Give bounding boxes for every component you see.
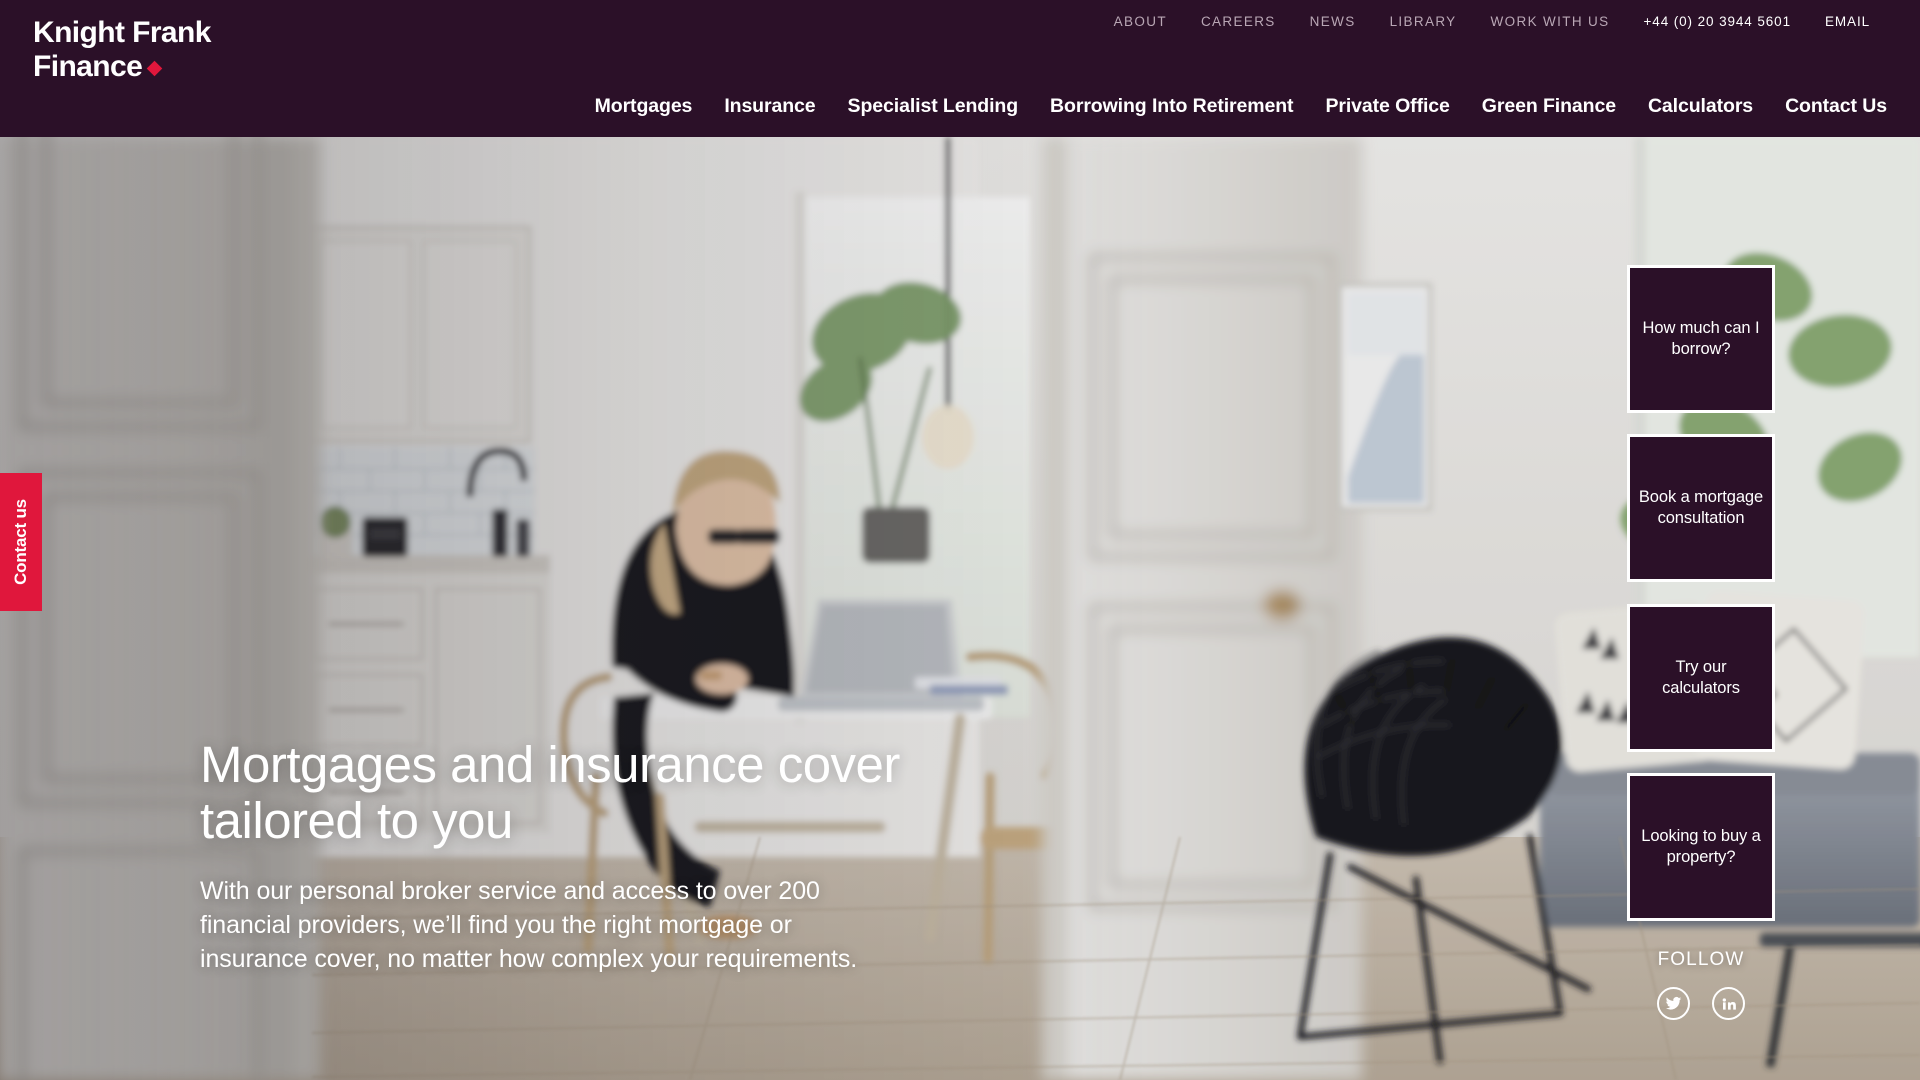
hero-copy: Mortgages and insurance cover tailored t… xyxy=(200,736,900,976)
utility-nav-item-work-with-us[interactable]: WORK WITH US xyxy=(1474,14,1627,29)
cta-card-label: Looking to buy a property? xyxy=(1641,826,1761,866)
phone-link[interactable]: +44 (0) 20 3944 5601 xyxy=(1627,14,1808,29)
nav-item-specialist-lending[interactable]: Specialist Lending xyxy=(832,95,1034,118)
cta-card-label: Book a mortgage consultation xyxy=(1638,487,1764,527)
cta-card-stack: How much can I borrow? Book a mortgage c… xyxy=(1627,265,1775,1020)
nav-item-insurance[interactable]: Insurance xyxy=(708,95,831,118)
site-header: Knight Frank Finance ABOUT CAREERS NEWS … xyxy=(0,0,1920,137)
cta-card-label: How much can I borrow? xyxy=(1642,318,1760,358)
nav-item-green-finance[interactable]: Green Finance xyxy=(1466,95,1632,118)
logo-line-1: Knight Frank xyxy=(33,16,211,49)
nav-item-private-office[interactable]: Private Office xyxy=(1309,95,1465,118)
utility-nav-item-about[interactable]: ABOUT xyxy=(1097,14,1184,29)
utility-nav-item-careers[interactable]: CAREERS xyxy=(1184,14,1293,29)
utility-nav-item-library[interactable]: LIBRARY xyxy=(1373,14,1474,29)
contact-us-side-tab[interactable]: Contact us xyxy=(0,473,42,611)
contact-us-side-tab-label: Contact us xyxy=(11,499,30,585)
follow-block: FOLLOW xyxy=(1627,949,1775,1020)
cta-card-try-our-calculators[interactable]: Try our calculators xyxy=(1627,604,1775,752)
nav-item-calculators[interactable]: Calculators xyxy=(1632,95,1769,118)
follow-label: FOLLOW xyxy=(1657,949,1745,970)
linkedin-icon[interactable] xyxy=(1712,987,1745,1020)
cta-card-book-a-mortgage-consultation[interactable]: Book a mortgage consultation xyxy=(1627,434,1775,582)
twitter-icon[interactable] xyxy=(1657,987,1690,1020)
logo-line-2: Finance xyxy=(33,50,143,83)
hero-subtitle: With our personal broker service and acc… xyxy=(200,877,858,973)
nav-item-contact-us[interactable]: Contact Us xyxy=(1769,95,1887,118)
nav-item-borrowing-into-retirement[interactable]: Borrowing Into Retirement xyxy=(1034,95,1309,118)
hero-title: Mortgages and insurance cover tailored t… xyxy=(200,736,900,850)
hero-section: Contact us Mortgages and insurance cover… xyxy=(0,137,1920,1080)
logo[interactable]: Knight Frank Finance xyxy=(33,18,211,82)
email-link[interactable]: EMAIL xyxy=(1808,14,1887,29)
utility-nav: ABOUT CAREERS NEWS LIBRARY WORK WITH US … xyxy=(1097,14,1887,29)
cta-card-label: Try our calculators xyxy=(1662,657,1740,697)
main-nav: Mortgages Insurance Specialist Lending B… xyxy=(579,95,1887,118)
social-links xyxy=(1627,987,1775,1020)
logo-diamond-icon xyxy=(146,60,163,77)
cta-card-how-much-can-i-borrow[interactable]: How much can I borrow? xyxy=(1627,265,1775,413)
nav-item-mortgages[interactable]: Mortgages xyxy=(579,95,709,118)
cta-card-looking-to-buy-a-property[interactable]: Looking to buy a property? xyxy=(1627,773,1775,921)
utility-nav-item-news[interactable]: NEWS xyxy=(1293,14,1373,29)
